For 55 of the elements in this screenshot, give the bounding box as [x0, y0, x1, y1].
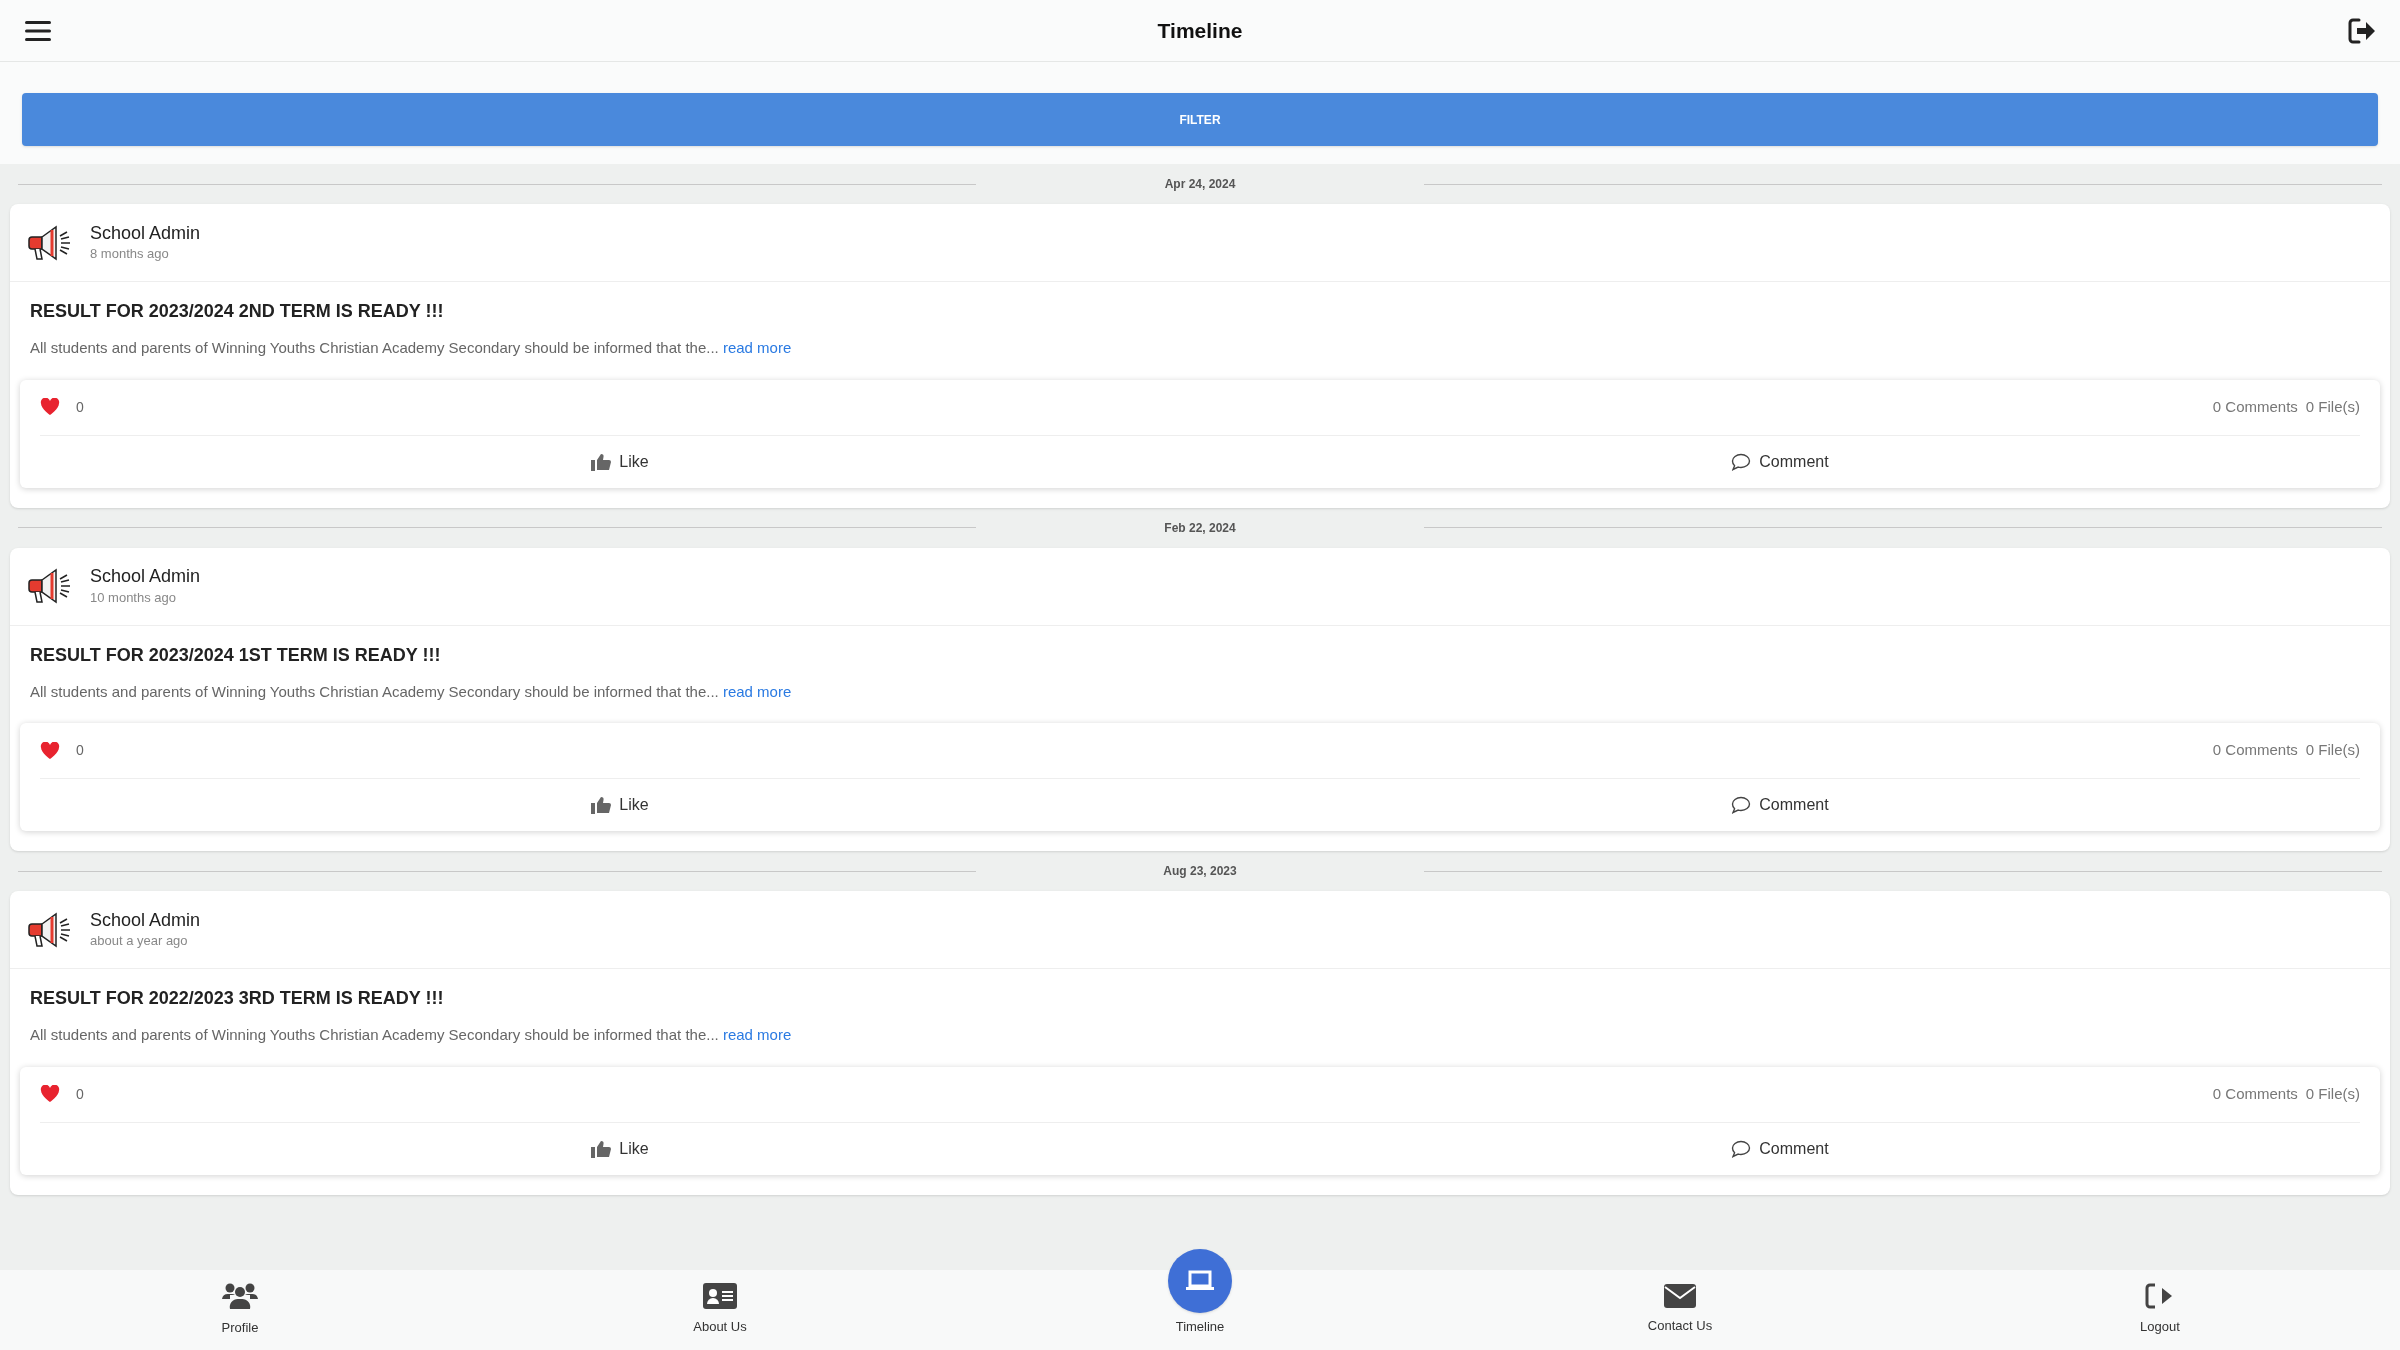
thumbs-up-icon [591, 796, 612, 814]
author-name: School Admin [90, 908, 201, 931]
like-button[interactable]: Like [40, 1122, 1200, 1175]
comment-count: 0 Comments [2212, 1083, 2298, 1104]
like-count: 0 [76, 1084, 84, 1104]
author-name: School Admin [90, 565, 201, 588]
laptop-icon [1185, 1269, 1215, 1292]
author-name: School Admin [90, 221, 201, 244]
menu-icon [24, 18, 52, 43]
file-count: 0 File(s) [2305, 396, 2360, 417]
post-excerpt: All students and parents of Winning Youths Christian Academy Secondary should be informed that the... read more [29, 1025, 793, 1045]
file-count: 0 File(s) [2305, 1083, 2360, 1104]
post-excerpt: All students and parents of Winning Youths Christian Academy Secondary should be informed that the... read more [29, 681, 793, 702]
comment-icon [1731, 796, 1752, 814]
page-title: Timeline [1157, 17, 1243, 44]
post-title: RESULT FOR 2022/2023 3RD TERM IS READY !!! [29, 987, 445, 1010]
post-title: RESULT FOR 2023/2024 2ND TERM IS READY !!! [29, 300, 445, 323]
read-more-link[interactable]: read more [722, 339, 792, 356]
post-excerpt: All students and parents of Winning Youths Christian Academy Secondary should be informed that the... read more [29, 338, 793, 358]
post-time: 8 months ago [90, 245, 170, 263]
post-date: Apr 24, 2024 [1163, 176, 1237, 193]
filter-button[interactable]: FILTER [22, 93, 2378, 146]
heart-icon [40, 1085, 60, 1103]
thumbs-up-icon [591, 452, 612, 471]
nav-tab[interactable]: Profile [0, 1270, 480, 1350]
like-count: 0 [76, 397, 84, 417]
comment-button[interactable]: Comment [1200, 435, 2360, 488]
post-time: about a year ago [90, 932, 189, 950]
read-more-link[interactable]: read more [722, 682, 792, 700]
nav-tab[interactable]: Logout [1920, 1270, 2400, 1350]
file-count: 0 File(s) [2305, 740, 2360, 761]
comment-icon [1731, 1139, 1752, 1158]
comment-count: 0 Comments [2212, 740, 2298, 761]
heart-icon [40, 398, 60, 416]
post-date: Aug 23, 2023 [1162, 863, 1238, 880]
nav-tab[interactable]: Timeline [960, 1240, 1440, 1350]
comment-count: 0 Comments [2212, 396, 2298, 417]
group-icon [222, 1282, 258, 1311]
heart-icon [40, 741, 60, 760]
comment-button[interactable]: Comment [1200, 779, 2360, 831]
logout-icon [2348, 17, 2376, 44]
post-date: Feb 22, 2024 [1163, 519, 1237, 537]
like-count: 0 [76, 741, 84, 760]
like-button[interactable]: Like [40, 435, 1200, 488]
post-title: RESULT FOR 2023/2024 1ST TERM IS READY !!! [29, 643, 442, 667]
comment-button[interactable]: Comment [1200, 1122, 2360, 1175]
envelope-icon [1664, 1284, 1696, 1309]
comment-icon [1731, 452, 1752, 471]
nav-tab[interactable]: About Us [480, 1270, 960, 1350]
thumbs-up-icon [591, 1139, 612, 1158]
nav-tab[interactable]: Contact Us [1440, 1270, 1920, 1350]
like-button[interactable]: Like [40, 779, 1200, 831]
id-card-icon [703, 1283, 737, 1310]
read-more-link[interactable]: read more [722, 1026, 792, 1043]
post-time: 10 months ago [90, 588, 177, 607]
